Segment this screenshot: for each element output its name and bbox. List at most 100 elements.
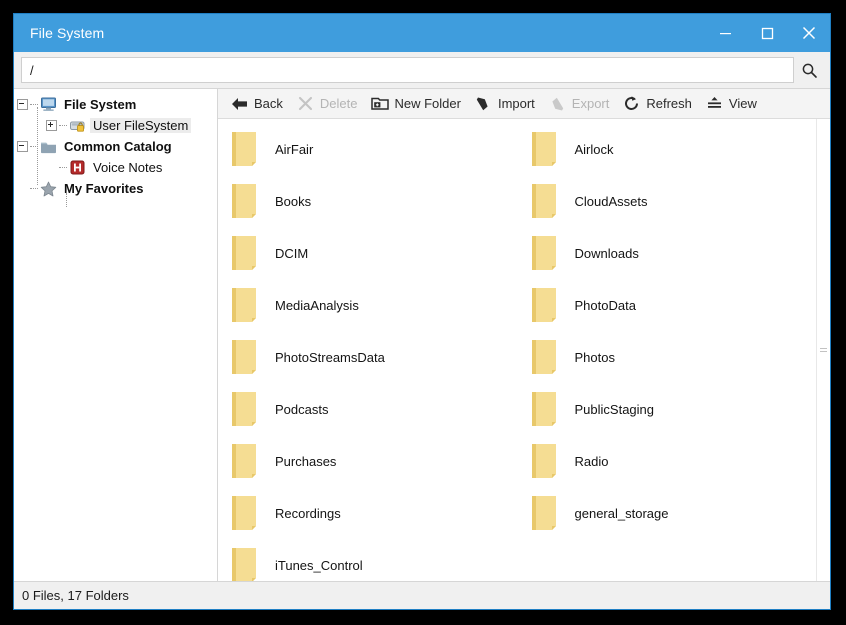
sidebar-item-common-catalog[interactable]: Common Catalog <box>14 136 217 157</box>
path-bar: / <box>14 52 830 88</box>
folder-icon <box>530 337 564 377</box>
folder-icon <box>230 441 264 481</box>
file-list-area: AirFair Airlock Books CloudAssets DCIM Downlo… <box>218 119 830 581</box>
file-name: PhotoStreamsData <box>275 349 385 365</box>
maximize-button[interactable] <box>746 14 788 52</box>
file-item[interactable]: MediaAnalysis <box>218 279 518 331</box>
star-icon <box>39 181 57 197</box>
file-item[interactable]: Downloads <box>518 227 818 279</box>
pane-splitter[interactable] <box>816 119 830 581</box>
file-item[interactable]: DCIM <box>218 227 518 279</box>
file-name: Books <box>275 193 312 209</box>
tree-guide-line <box>66 193 67 207</box>
file-item[interactable]: Photos <box>518 331 818 383</box>
file-name: Purchases <box>275 453 337 469</box>
sidebar-item-label: File System <box>64 97 137 112</box>
minimize-button[interactable] <box>704 14 746 52</box>
window-title: File System <box>30 25 105 41</box>
file-name: PublicStaging <box>574 401 655 417</box>
file-name: Radio <box>574 453 609 469</box>
view-button[interactable]: View <box>701 92 766 116</box>
file-name: AirFair <box>275 141 314 157</box>
file-item[interactable]: CloudAssets <box>518 175 818 227</box>
locked-drive-icon <box>68 118 86 134</box>
back-button[interactable]: Back <box>226 92 292 116</box>
folder-icon <box>39 139 57 155</box>
file-name: PhotoData <box>574 297 636 313</box>
folder-icon <box>230 285 264 325</box>
back-arrow-icon <box>230 95 249 113</box>
sidebar-item-user-filesystem[interactable]: User FileSystem <box>14 115 217 136</box>
file-item[interactable]: PhotoData <box>518 279 818 331</box>
file-name: iTunes_Control <box>275 557 363 573</box>
folder-icon <box>230 389 264 429</box>
computer-icon <box>39 97 57 113</box>
file-name: general_storage <box>574 505 669 521</box>
maximize-icon <box>761 27 773 39</box>
export-button[interactable]: Export <box>544 92 619 116</box>
toolbar: Back Delete New Folder Import Export Ref… <box>218 88 830 119</box>
sidebar-item-label: User FileSystem <box>90 118 192 133</box>
folder-icon <box>530 181 564 221</box>
expander-plus-icon[interactable] <box>43 118 59 134</box>
toolbar-label: Refresh <box>646 96 692 111</box>
folder-icon <box>230 233 264 273</box>
new-folder-button[interactable]: New Folder <box>366 92 469 116</box>
folder-icon <box>530 285 564 325</box>
file-item[interactable]: Podcasts <box>218 383 518 435</box>
sidebar-item-label: Common Catalog <box>64 139 172 154</box>
search-button[interactable] <box>794 57 824 83</box>
file-item[interactable]: Recordings <box>218 487 518 539</box>
folder-icon <box>530 389 564 429</box>
sidebar-item-my-favorites[interactable]: My Favorites <box>14 178 217 199</box>
sidebar-item-file-system[interactable]: File System <box>14 94 217 115</box>
folder-icon <box>230 545 264 581</box>
minimize-icon <box>719 32 731 34</box>
new-folder-icon <box>370 95 389 113</box>
file-name: CloudAssets <box>574 193 648 209</box>
file-item[interactable]: Airlock <box>518 123 818 175</box>
expander-minus-icon[interactable] <box>14 97 30 113</box>
splitter-grip-icon <box>820 346 827 354</box>
file-item[interactable]: Purchases <box>218 435 518 487</box>
tree-connector <box>59 166 67 169</box>
file-item[interactable]: PublicStaging <box>518 383 818 435</box>
sidebar-item-voice-notes[interactable]: Voice Notes <box>14 157 217 178</box>
window-body: File System User FileSystem Common Catal… <box>14 88 830 581</box>
window-controls <box>704 14 830 52</box>
file-item[interactable]: general_storage <box>518 487 818 539</box>
folder-icon <box>530 233 564 273</box>
folder-icon <box>230 129 264 169</box>
import-button[interactable]: Import <box>470 92 544 116</box>
file-item[interactable]: PhotoStreamsData <box>218 331 518 383</box>
file-grid: AirFair Airlock Books CloudAssets DCIM Downlo… <box>218 119 817 581</box>
delete-button[interactable]: Delete <box>292 92 367 116</box>
path-input[interactable]: / <box>21 57 794 83</box>
tree-connector <box>59 124 67 127</box>
expander-minus-icon[interactable] <box>14 139 30 155</box>
x-cross-icon <box>296 95 315 113</box>
tree-connector <box>30 103 38 106</box>
file-name: Downloads <box>574 245 639 261</box>
refresh-button[interactable]: Refresh <box>618 92 701 116</box>
toolbar-label: Export <box>571 96 610 111</box>
toolbar-label: Delete <box>319 96 358 111</box>
file-system-window: File System / File System User FileSyste… <box>13 13 831 610</box>
file-name: DCIM <box>275 245 309 261</box>
toolbar-label: Back <box>254 96 283 111</box>
sidebar-tree: File System User FileSystem Common Catal… <box>14 88 218 581</box>
file-item[interactable]: iTunes_Control <box>218 539 518 581</box>
import-arrow-icon <box>474 95 493 113</box>
file-item[interactable]: AirFair <box>218 123 518 175</box>
sidebar-item-label: Voice Notes <box>93 160 163 175</box>
folder-icon <box>230 337 264 377</box>
search-icon <box>802 63 817 78</box>
file-name: Recordings <box>275 505 341 521</box>
file-name: Photos <box>574 349 615 365</box>
close-button[interactable] <box>788 14 830 52</box>
toolbar-label: View <box>728 96 757 111</box>
file-item[interactable]: Radio <box>518 435 818 487</box>
file-item[interactable]: Books <box>218 175 518 227</box>
